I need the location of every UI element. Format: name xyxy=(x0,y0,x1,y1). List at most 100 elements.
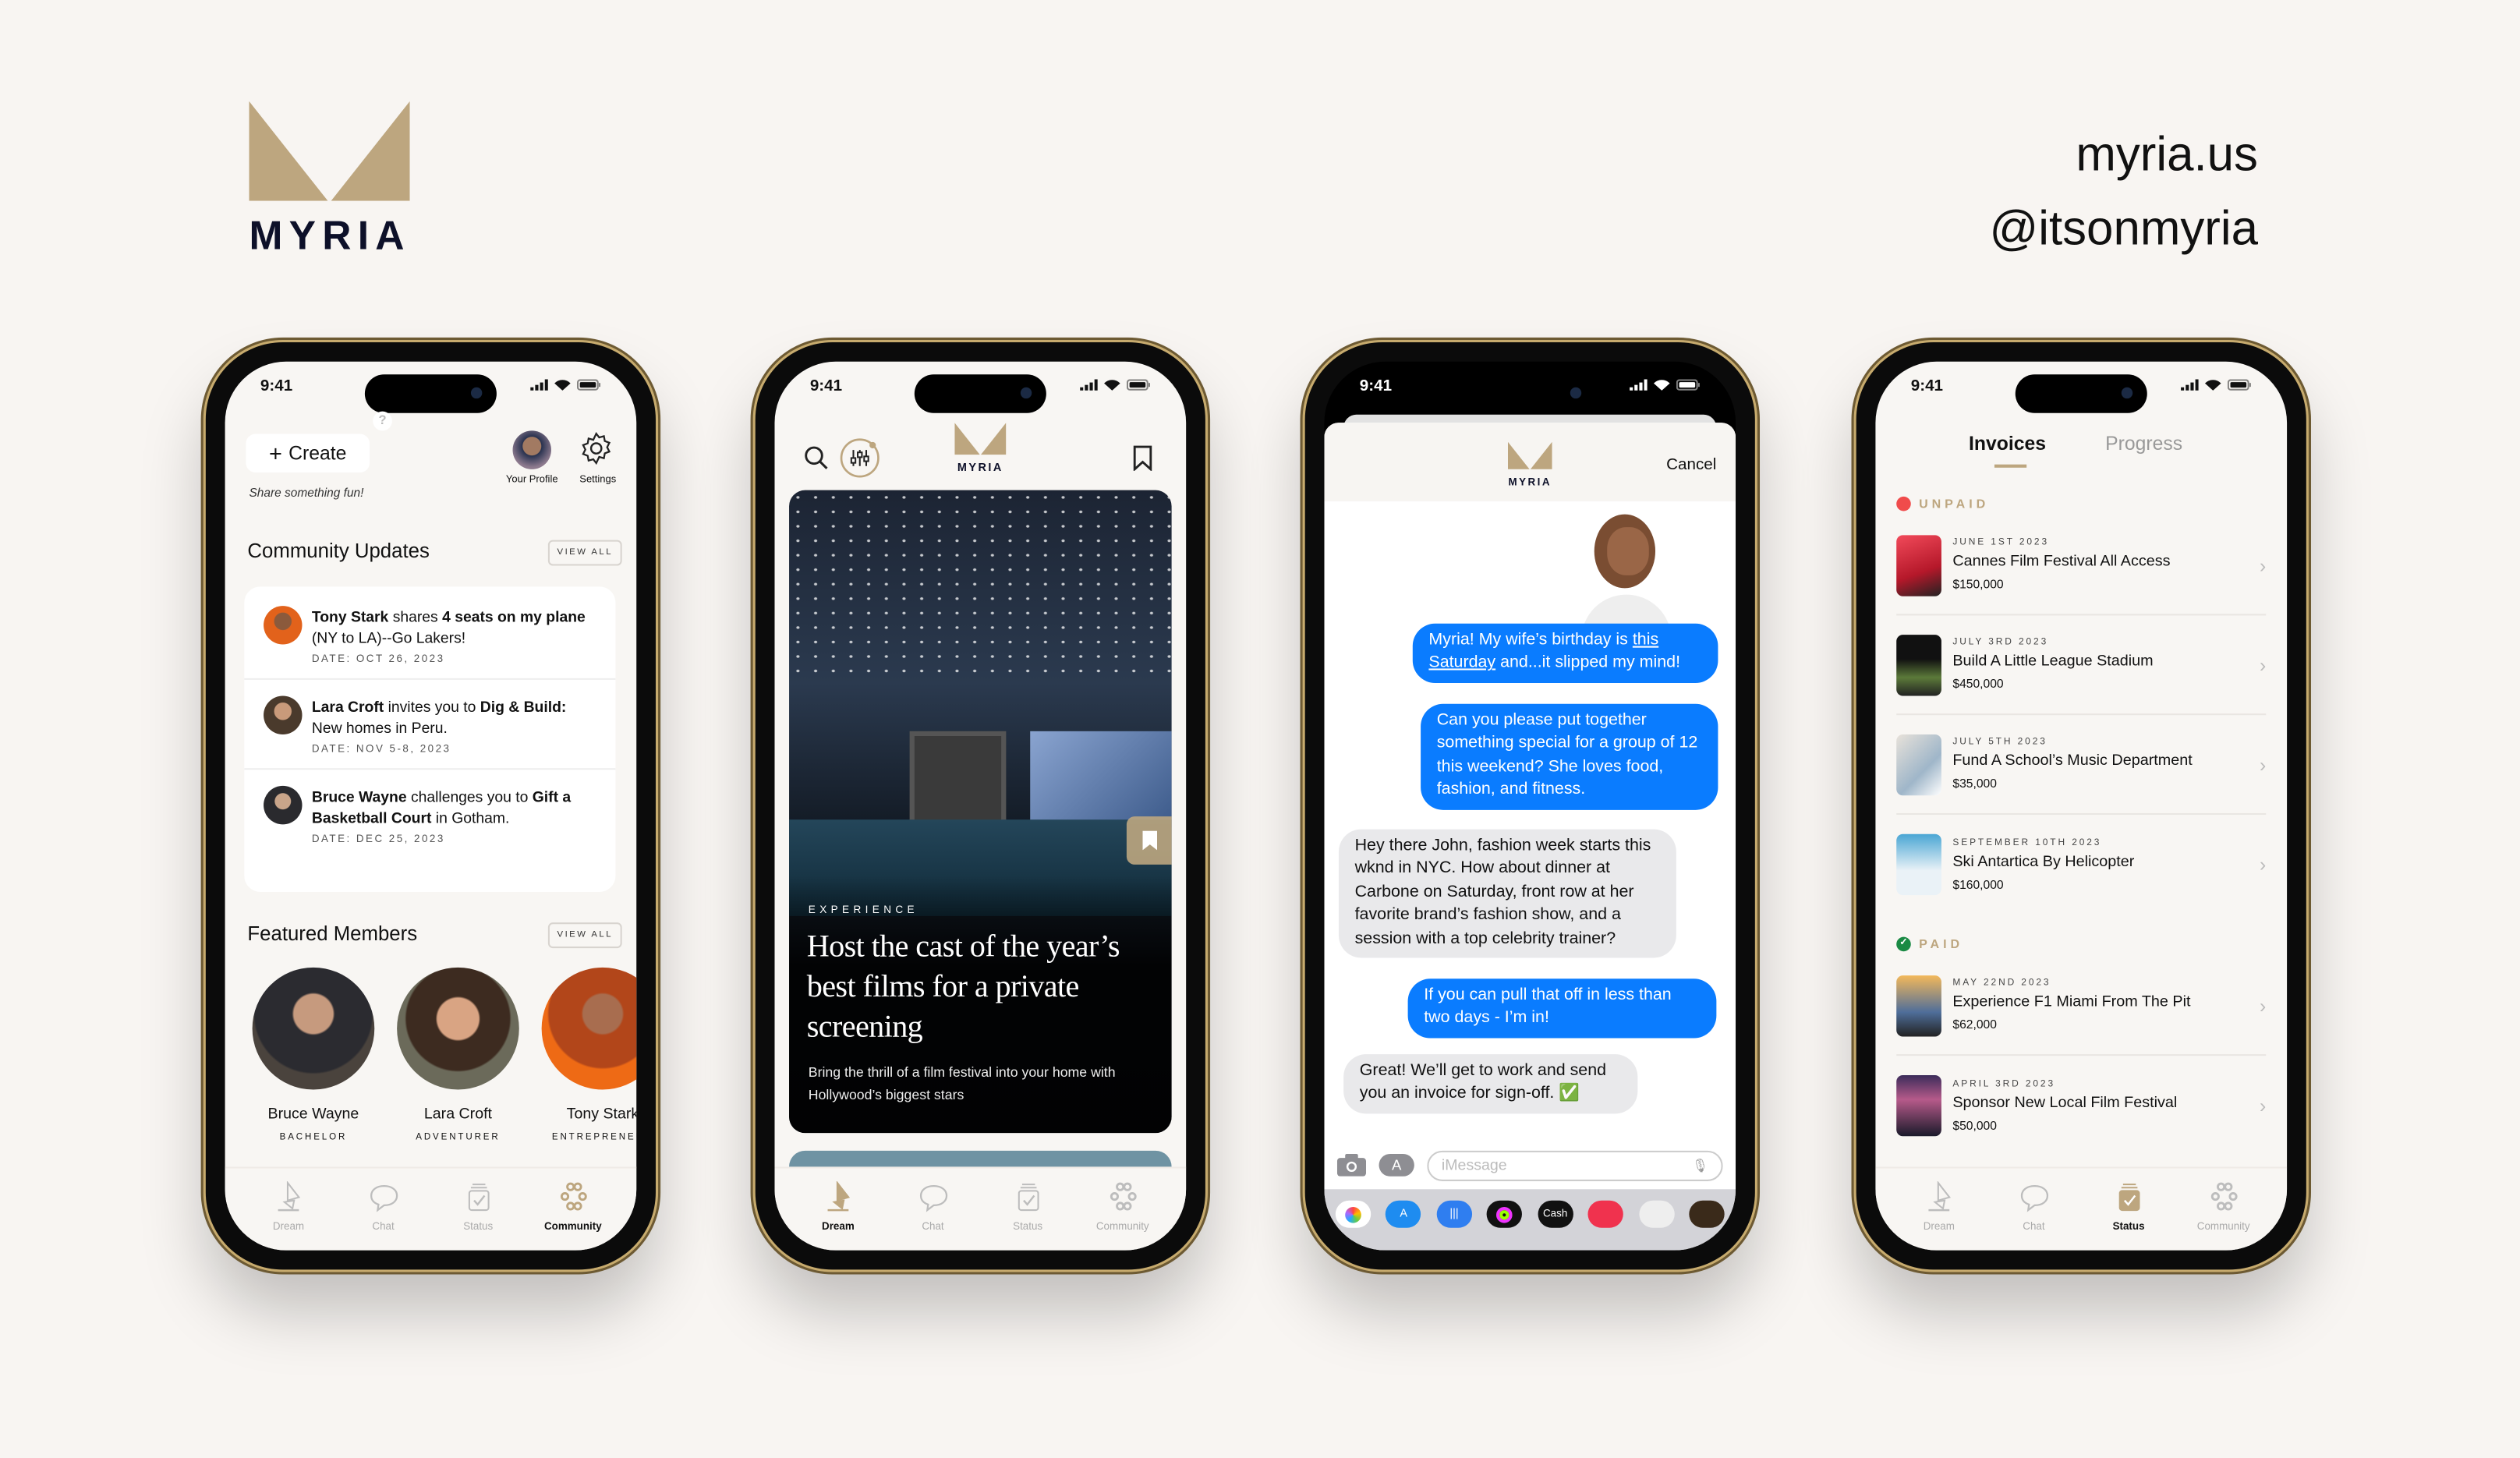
dynamic-island xyxy=(2015,374,2147,413)
settings-label[interactable]: Settings xyxy=(562,474,633,485)
message-text: Myria! My wife’s birthday is xyxy=(1428,632,1633,649)
invoice-row[interactable]: JULY 3RD 2023 Build A Little League Stadi… xyxy=(1896,615,2267,716)
tab-community[interactable]: Community xyxy=(531,1168,614,1250)
tab-chat[interactable]: Chat xyxy=(1992,1168,2076,1250)
save-hero-button[interactable] xyxy=(1126,816,1172,865)
invoice-thumbnail xyxy=(1896,833,1941,896)
audio-message-icon[interactable]: ||| xyxy=(1436,1200,1472,1228)
wifi-icon xyxy=(1104,380,1120,391)
invoice-date: JULY 3RD 2023 xyxy=(1952,638,2049,648)
profile-avatar[interactable] xyxy=(512,430,551,469)
profile-label[interactable]: Your Profile xyxy=(495,474,569,485)
image-search-icon[interactable] xyxy=(1587,1200,1624,1228)
view-all-members-button[interactable]: VIEW ALL xyxy=(547,922,622,949)
community-icon xyxy=(2207,1181,2239,1216)
member-avatar xyxy=(264,606,303,645)
microphone-icon[interactable]: 🎙 xyxy=(1692,1158,1708,1173)
chat-icon xyxy=(917,1181,949,1216)
paid-check-icon: ✓ xyxy=(1896,936,1911,952)
update-date: DATE: DEC 25, 2023 xyxy=(311,833,445,846)
app-store-icon[interactable]: A xyxy=(1386,1200,1421,1228)
app-store-button[interactable]: A xyxy=(1379,1153,1414,1177)
update-text: Lara Croft invites you to Dig & Build: N… xyxy=(312,695,596,738)
dream-icon xyxy=(1923,1180,1955,1216)
battery-icon xyxy=(1126,379,1150,391)
tab-dream[interactable]: Dream xyxy=(1897,1168,1980,1250)
cancel-button[interactable]: Cancel xyxy=(1666,456,1716,474)
tab-progress[interactable]: Progress xyxy=(2105,432,2182,455)
section-label: PAID xyxy=(1919,936,1964,952)
featured-member[interactable]: Tony Stark ENTREPRENEUR xyxy=(541,967,637,1143)
photos-icon[interactable] xyxy=(1335,1200,1371,1228)
update-text: Tony Stark shares 4 seats on my plane (N… xyxy=(312,606,596,648)
tab-status[interactable]: Status xyxy=(437,1168,520,1250)
imessage-input[interactable]: iMessage 🎙 xyxy=(1427,1149,1723,1180)
update-highlight: Bruce Wayne xyxy=(311,787,407,805)
invoice-row[interactable]: JUNE 1ST 2023 Cannes Film Festival All Ac… xyxy=(1896,516,2267,616)
member-role: BACHELOR xyxy=(279,1133,348,1143)
tab-status[interactable]: Status xyxy=(986,1168,1070,1250)
tab-label: Chat xyxy=(2023,1221,2045,1233)
dynamic-island xyxy=(1464,374,1596,413)
tab-dream[interactable]: Dream xyxy=(796,1168,880,1250)
memoji-stickers-icon[interactable] xyxy=(1638,1200,1674,1228)
gear-icon[interactable] xyxy=(579,430,614,465)
signal-icon xyxy=(530,379,548,391)
message-text: Can you please put together something sp… xyxy=(1436,712,1698,799)
apple-cash-icon[interactable]: Cash xyxy=(1538,1200,1573,1228)
battery-icon xyxy=(2227,379,2251,391)
sent-message: Myria! My wife’s birthday is this Saturd… xyxy=(1412,623,1718,683)
section-unpaid: UNPAID xyxy=(1896,496,1989,511)
invoice-row[interactable]: JULY 5TH 2023 Fund A School’s Music Depar… xyxy=(1896,715,2267,816)
tab-dream[interactable]: Dream xyxy=(246,1168,330,1250)
status-icon xyxy=(1012,1181,1044,1216)
member-role: ADVENTURER xyxy=(416,1133,501,1143)
invoice-row[interactable]: APRIL 3RD 2023 Sponsor New Local Film Fes… xyxy=(1896,1056,2266,1155)
tab-invoices[interactable]: Invoices xyxy=(1969,432,2046,455)
tab-community[interactable]: Community xyxy=(2182,1168,2265,1250)
tab-chat[interactable]: Chat xyxy=(891,1168,975,1250)
member-photo xyxy=(252,967,375,1090)
camera-icon[interactable] xyxy=(1336,1153,1367,1177)
update-text: Bruce Wayne challenges you to Gift a Bas… xyxy=(312,786,596,828)
message-text: and...it slipped my mind! xyxy=(1495,654,1681,673)
tab-community[interactable]: Community xyxy=(1081,1168,1164,1250)
view-all-updates-button[interactable]: VIEW ALL xyxy=(547,540,622,566)
memoji-icon[interactable] xyxy=(1689,1200,1725,1228)
create-button[interactable]: + Create xyxy=(246,434,370,472)
tab-chat[interactable]: Chat xyxy=(342,1168,425,1250)
chevron-right-icon: › xyxy=(2260,853,2267,876)
filter-icon[interactable] xyxy=(839,437,881,480)
hero-card[interactable]: EXPERIENCE Host the cast of the year’s b… xyxy=(789,490,1172,1134)
featured-member[interactable]: Lara Croft ADVENTURER xyxy=(397,967,519,1143)
invoice-title: Experience F1 Miami From The Pit xyxy=(1952,993,2191,1011)
update-item[interactable]: Lara Croft invites you to Dig & Build: N… xyxy=(244,680,616,770)
featured-member[interactable]: Bruce Wayne BACHELOR xyxy=(252,967,375,1143)
invoice-row[interactable]: SEPTEMBER 10TH 2023 Ski Antartica By Heli… xyxy=(1896,815,2266,915)
member-name: Tony Stark xyxy=(566,1106,637,1124)
chevron-right-icon: › xyxy=(2260,554,2267,576)
invoice-row[interactable]: MAY 22ND 2023 Experience F1 Miami From Th… xyxy=(1896,956,2267,1056)
update-highlight: Dig & Build: xyxy=(480,697,567,716)
tab-status[interactable]: Status xyxy=(2086,1168,2170,1250)
phone-community: 9:41 ? + Create Share something fun! Your… xyxy=(205,342,656,1270)
status-icons xyxy=(1080,379,1151,391)
member-photo xyxy=(541,967,637,1090)
update-text-segment: New homes in Peru. xyxy=(311,718,448,737)
search-icon[interactable] xyxy=(804,445,830,471)
status-time: 9:41 xyxy=(260,377,293,396)
website: myria.us xyxy=(2076,128,2258,182)
fitness-icon[interactable] xyxy=(1487,1200,1523,1228)
chevron-right-icon: › xyxy=(2260,1094,2267,1117)
help-button[interactable]: ? xyxy=(373,411,392,431)
unpaid-dot-icon xyxy=(1896,496,1911,511)
status-time: 9:41 xyxy=(1910,377,1944,396)
social-handle: @itsonmyria xyxy=(1989,202,2258,256)
update-date: DATE: NOV 5-8, 2023 xyxy=(311,744,451,756)
phone-dream: 9:41 MYRIA EXPERIENCE Host the cast of t… xyxy=(755,342,1205,1270)
update-item[interactable]: Bruce Wayne challenges you to Gift a Bas… xyxy=(244,770,615,858)
update-item[interactable]: Tony Stark shares 4 seats on my plane (N… xyxy=(244,589,616,680)
tab-label: Dream xyxy=(822,1221,855,1233)
bookmark-icon[interactable] xyxy=(1133,445,1152,471)
signal-icon xyxy=(2181,379,2199,391)
